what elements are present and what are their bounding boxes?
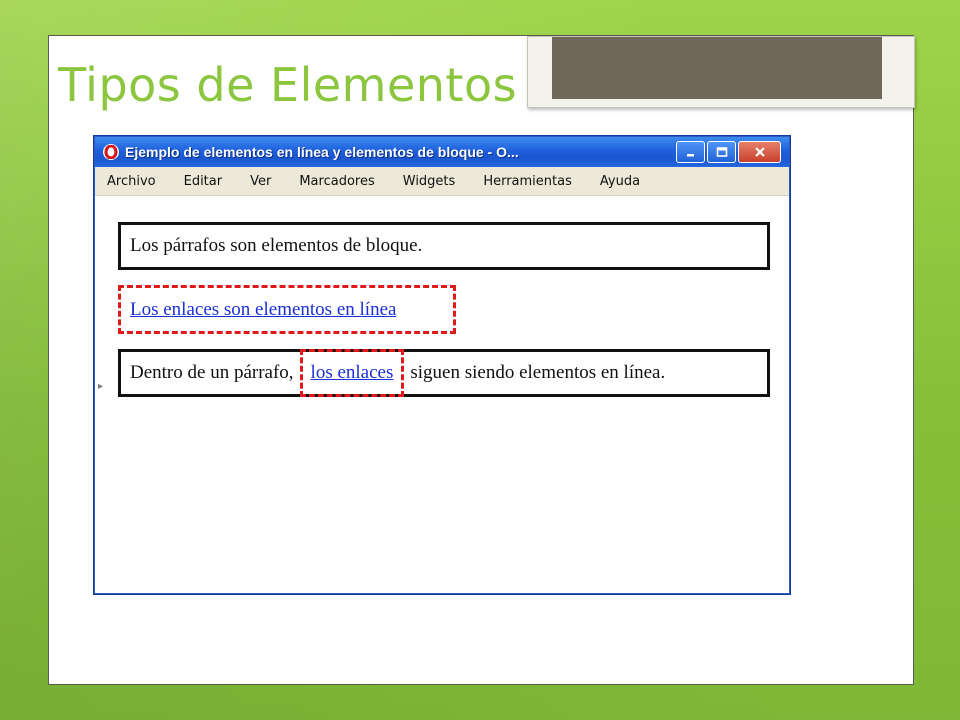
paragraph-text: Los párrafos son elementos de bloque. — [130, 235, 423, 256]
inline-link[interactable]: los enlaces — [311, 362, 394, 384]
decorative-photo — [552, 37, 882, 99]
menu-ayuda[interactable]: Ayuda — [600, 174, 640, 189]
paragraph-with-link: Dentro de un párrafo, los enlaces siguen… — [118, 349, 770, 397]
menu-bar: Archivo Editar Ver Marcadores Widgets He… — [95, 167, 789, 196]
paragraph-text-before: Dentro de un párrafo, — [130, 362, 294, 383]
inline-link-highlight: los enlaces — [299, 349, 405, 397]
browser-window: Ejemplo de elementos en línea y elemento… — [94, 136, 790, 594]
window-title: Ejemplo de elementos en línea y elemento… — [125, 144, 519, 160]
close-button[interactable] — [738, 141, 781, 163]
menu-archivo[interactable]: Archivo — [107, 174, 156, 189]
standalone-link[interactable]: Los enlaces son elementos en línea — [130, 299, 396, 321]
maximize-button[interactable] — [707, 141, 736, 163]
side-panel-toggle-icon[interactable]: ▸ — [98, 381, 103, 392]
menu-widgets[interactable]: Widgets — [403, 174, 456, 189]
block-paragraph: Los párrafos son elementos de bloque. — [118, 222, 770, 270]
minimize-button[interactable] — [676, 141, 705, 163]
minimize-icon — [686, 154, 694, 157]
inline-link-box: Los enlaces son elementos en línea — [118, 285, 456, 334]
menu-marcadores[interactable]: Marcadores — [299, 174, 374, 189]
menu-herramientas[interactable]: Herramientas — [483, 174, 572, 189]
slide-title: Tipos de Elementos — [58, 58, 518, 112]
maximize-icon — [716, 147, 727, 157]
close-icon — [754, 147, 765, 157]
window-titlebar[interactable]: Ejemplo de elementos en línea y elemento… — [95, 137, 789, 167]
paragraph-text-after: siguen siendo elementos en línea. — [410, 362, 666, 383]
menu-ver[interactable]: Ver — [250, 174, 271, 189]
window-controls — [676, 141, 781, 163]
opera-logo-icon — [103, 144, 119, 160]
decorative-photo-frame — [527, 36, 915, 108]
menu-editar[interactable]: Editar — [184, 174, 223, 189]
page-content: ▸ Los párrafos son elementos de bloque. … — [95, 196, 789, 592]
